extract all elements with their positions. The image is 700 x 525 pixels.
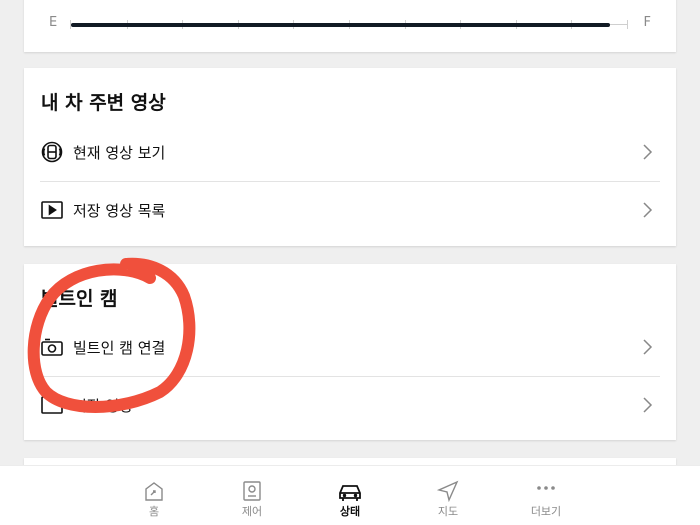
video-play-icon	[40, 198, 64, 222]
tab-map-label: 지도	[437, 505, 459, 518]
section-title-surround: 내 차 주변 영상	[41, 92, 166, 114]
bottom-tab-bar: 홈 제어 상태 지도 더보기	[0, 465, 700, 525]
fuel-gauge	[70, 20, 628, 29]
dashcam-icon	[40, 335, 64, 359]
chevron-right-icon	[643, 202, 653, 218]
tab-map[interactable]: 지도	[408, 466, 488, 525]
chevron-right-icon	[643, 144, 653, 160]
tab-control[interactable]: 제어	[212, 466, 292, 525]
row-builtin-cam-connect[interactable]: 빌트인 캠 연결	[40, 318, 660, 376]
row-live-view[interactable]: 현재 영상 보기	[40, 123, 660, 181]
surround-camera-card: 내 차 주변 영상 현재 영상 보기 저장 영상 목록	[24, 68, 676, 246]
row-builtin-saved-video[interactable]: 저장 영상	[40, 376, 660, 434]
tab-home[interactable]: 홈	[114, 466, 194, 525]
control-icon	[243, 481, 261, 501]
chevron-right-icon	[643, 339, 653, 355]
video-list-icon	[40, 393, 64, 417]
car-icon	[339, 485, 361, 501]
home-icon	[145, 482, 163, 501]
row-saved-video-list-label: 저장 영상 목록	[73, 201, 166, 220]
more-icon	[537, 486, 555, 490]
tab-more-label: 더보기	[530, 505, 562, 518]
fuel-full-label: F	[643, 15, 651, 30]
tab-status[interactable]: 상태	[310, 466, 390, 525]
row-saved-video-list[interactable]: 저장 영상 목록	[40, 181, 660, 239]
fuel-gauge-fill	[71, 23, 611, 27]
builtin-cam-card: 빌트인 캠 빌트인 캠 연결 저장 영상	[24, 264, 676, 440]
live-view-icon	[40, 140, 64, 164]
fuel-empty-label: E	[49, 15, 58, 30]
section-title-builtin: 빌트인 캠	[41, 288, 118, 310]
row-live-view-label: 현재 영상 보기	[73, 143, 166, 162]
tab-status-label: 상태	[339, 505, 361, 518]
navigation-icon	[436, 480, 459, 502]
chevron-right-icon	[643, 397, 653, 413]
row-builtin-saved-video-label: 저장 영상	[73, 396, 133, 415]
tab-home-label: 홈	[148, 505, 160, 518]
tab-more[interactable]: 더보기	[506, 466, 586, 525]
row-builtin-cam-connect-label: 빌트인 캠 연결	[73, 338, 166, 357]
tab-control-label: 제어	[241, 505, 263, 518]
fuel-gauge-card: E F	[24, 0, 676, 52]
